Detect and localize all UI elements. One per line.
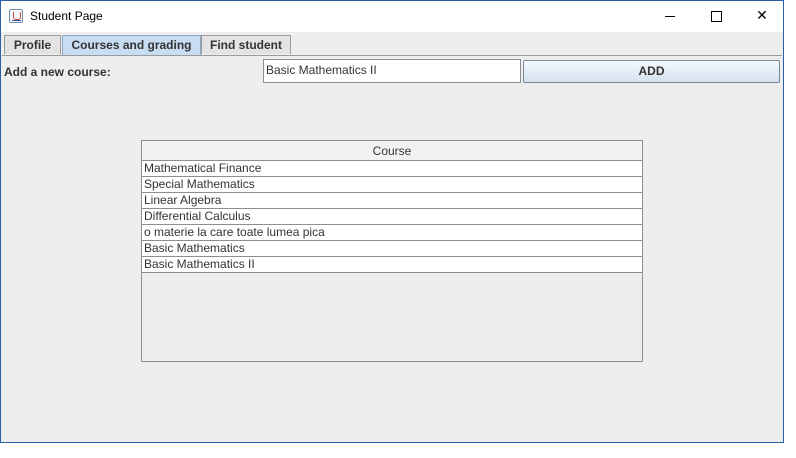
- maximize-button[interactable]: [693, 1, 739, 32]
- close-icon: ✕: [756, 8, 768, 24]
- maximize-icon: [710, 10, 722, 22]
- title-bar: Student Page ✕: [1, 1, 783, 32]
- table-row[interactable]: Basic Mathematics II: [142, 257, 642, 273]
- table-row[interactable]: Special Mathematics: [142, 177, 642, 193]
- tab-profile[interactable]: Profile: [4, 35, 61, 54]
- table-row[interactable]: Linear Algebra: [142, 193, 642, 209]
- table-row[interactable]: o materie la care toate lumea pica: [142, 225, 642, 241]
- main-window: Student Page ✕ Profile Courses and gradi…: [0, 0, 784, 443]
- course-column-header[interactable]: Course: [142, 141, 642, 161]
- minimize-button[interactable]: [647, 1, 693, 32]
- window-title: Student Page: [30, 9, 103, 23]
- table-body: Mathematical Finance Special Mathematics…: [142, 161, 642, 273]
- table-row[interactable]: Mathematical Finance: [142, 161, 642, 177]
- tab-find-student[interactable]: Find student: [201, 35, 291, 54]
- add-button[interactable]: ADD: [523, 60, 780, 83]
- courses-panel: Add a new course: Basic Mathematics II A…: [2, 55, 782, 442]
- minimize-icon: [665, 15, 675, 17]
- tab-courses-and-grading[interactable]: Courses and grading: [62, 35, 201, 55]
- close-button[interactable]: ✕: [739, 1, 785, 32]
- courses-table: Course Mathematical Finance Special Math…: [141, 140, 643, 362]
- java-cup-icon: [9, 9, 23, 23]
- course-input[interactable]: Basic Mathematics II: [263, 59, 521, 83]
- table-row[interactable]: Basic Mathematics: [142, 241, 642, 257]
- table-row[interactable]: Differential Calculus: [142, 209, 642, 225]
- add-course-label: Add a new course:: [4, 65, 111, 79]
